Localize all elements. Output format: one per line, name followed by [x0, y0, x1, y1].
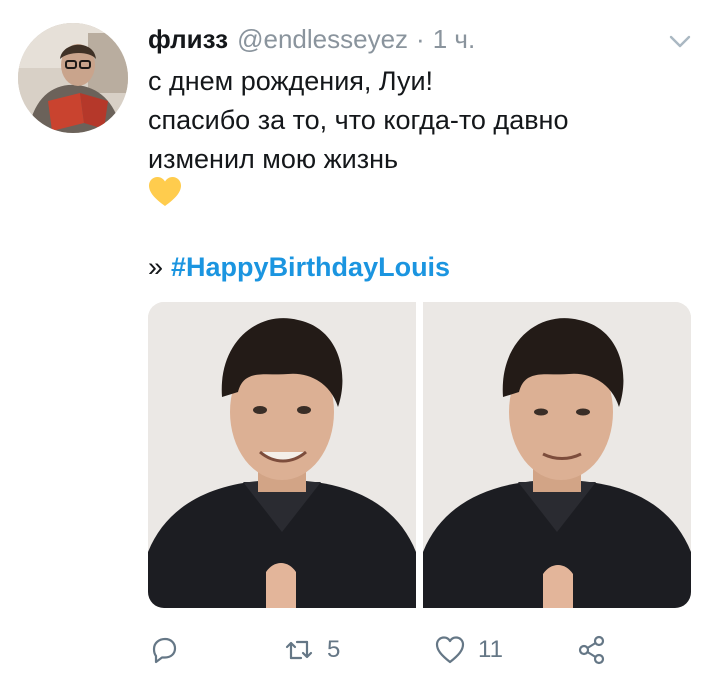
- media-grid: [148, 302, 691, 608]
- author-handle[interactable]: @endlesseyez: [237, 24, 408, 55]
- author-avatar[interactable]: [18, 23, 128, 133]
- heart-icon: [435, 636, 465, 664]
- retweet-count: 5: [327, 636, 341, 663]
- retweet-icon: [285, 640, 313, 660]
- hashtag-row: » #HappyBirthdayLouis: [148, 252, 450, 283]
- share-icon: [578, 635, 605, 665]
- tweet-text-line: спасибо за то, что когда-то давно: [148, 105, 569, 135]
- reply-icon: [152, 637, 177, 664]
- chevron-down-icon[interactable]: [667, 28, 693, 54]
- retweet-button[interactable]: 5: [283, 630, 340, 670]
- hashtag-link[interactable]: #HappyBirthdayLouis: [171, 252, 450, 283]
- avatar-photo: [18, 23, 128, 133]
- media-photo[interactable]: [423, 302, 691, 608]
- like-count: 11: [478, 636, 503, 663]
- tweet-text-line: изменил мою жизнь: [148, 144, 399, 174]
- tweet-text: с днем рождения, Луи! спасибо за то, что…: [148, 62, 568, 179]
- tweet-text-line: с днем рождения, Луи!: [148, 66, 434, 96]
- media-photo[interactable]: [148, 302, 416, 608]
- author-display-name[interactable]: флизз: [148, 24, 228, 55]
- header-separator: ·: [416, 23, 425, 54]
- tweet-header: флизз @endlesseyez · 1 ч.: [148, 22, 475, 56]
- hashtag-prefix: »: [148, 252, 164, 282]
- share-button[interactable]: [576, 630, 608, 670]
- like-button[interactable]: 11: [434, 630, 503, 670]
- tweet[interactable]: флизз @endlesseyez · 1 ч. с днем рождени…: [0, 0, 712, 680]
- tweet-timestamp[interactable]: 1 ч.: [433, 24, 475, 55]
- tweet-actions: 5 11: [148, 630, 618, 670]
- reply-button[interactable]: [148, 630, 192, 670]
- yellow-heart-emoji-icon: [148, 176, 182, 208]
